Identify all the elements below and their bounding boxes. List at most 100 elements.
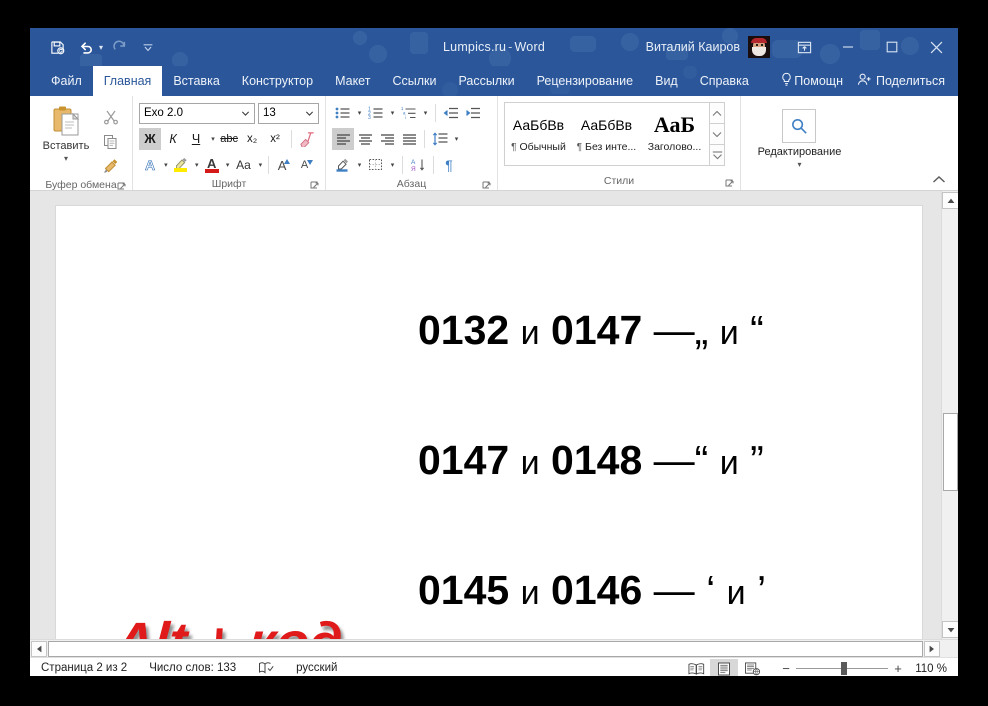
tab-vstavka[interactable]: Вставка [162,66,230,96]
cut-icon[interactable] [99,106,123,128]
zoom-slider-handle[interactable] [841,662,847,675]
styles-dialog-launcher-icon[interactable] [725,179,735,189]
font-color-dropdown-caret[interactable]: ▾ [224,161,232,169]
zoom-control[interactable]: − + 110 % [776,659,956,676]
style-card-normal[interactable]: АаБбВв ¶ Обычный [505,103,573,165]
quick-access-toolbar[interactable]: ▾ [44,28,161,66]
horizontal-scrollbar[interactable] [30,639,958,658]
undo-dropdown-caret[interactable]: ▾ [99,43,103,52]
tab-fajl[interactable]: Файл [40,66,93,96]
shading-icon[interactable] [332,154,354,176]
tab-konstruktor[interactable]: Конструктор [231,66,324,96]
styles-scroll-down-icon[interactable] [710,124,724,145]
align-center-icon[interactable] [354,128,376,150]
tab-glavnaya[interactable]: Главная [92,66,163,96]
tell-me-button[interactable]: Помощн [773,66,850,96]
line-spacing-dropdown-caret[interactable]: ▾ [451,135,462,143]
format-painter-icon[interactable] [99,156,123,178]
sort-icon[interactable]: A Я [407,154,429,176]
avatar[interactable] [748,36,770,58]
style-card-heading[interactable]: АаБ Заголово... [641,103,709,165]
ribbon-display-options-icon[interactable] [782,28,826,66]
font-name-chevron-down-icon[interactable] [237,109,254,118]
tab-spravka[interactable]: Справка [689,66,760,96]
borders-icon[interactable] [365,154,387,176]
paragraph-dialog-launcher-icon[interactable] [482,181,492,191]
tab-ssylki[interactable]: Ссылки [381,66,447,96]
subscript-button[interactable]: x₂ [241,128,263,150]
styles-more-icon[interactable] [710,145,724,165]
styles-gallery-scrollbar[interactable] [709,103,724,165]
account-name[interactable]: Виталий Каиров [646,40,740,54]
font-dialog-launcher-icon[interactable] [310,181,320,191]
tab-vid[interactable]: Вид [644,66,689,96]
highlight-dropdown-caret[interactable]: ▾ [193,161,201,169]
maximize-icon[interactable] [870,28,914,66]
minimize-icon[interactable] [826,28,870,66]
styles-gallery[interactable]: АаБбВв ¶ Обычный АаБбВв ¶ Без инте... Аа… [504,102,725,166]
multilevel-list-icon[interactable]: 1ai [398,102,420,124]
vertical-scrollbar[interactable] [941,191,958,639]
customize-qat-icon[interactable] [135,34,161,60]
bullets-dropdown-caret[interactable]: ▾ [354,109,365,117]
collapse-ribbon-icon[interactable] [930,172,948,186]
decrease-indent-icon[interactable] [440,102,462,124]
copy-icon[interactable] [99,131,123,153]
show-formatting-marks-button[interactable]: ¶ [438,154,460,176]
vertical-scroll-thumb[interactable] [943,413,958,491]
paste-button[interactable]: Вставить ▾ [36,101,96,178]
text-effects-icon[interactable]: A [139,154,161,176]
zoom-out-button[interactable]: − [776,661,796,676]
scroll-up-button[interactable] [942,192,958,209]
change-case-button[interactable]: Aa [231,154,255,176]
styles-scroll-up-icon[interactable] [710,103,724,124]
highlight-icon[interactable] [170,154,192,176]
text-effects-dropdown-caret[interactable]: ▾ [162,161,170,169]
increase-indent-icon[interactable] [462,102,484,124]
editing-dropdown-caret[interactable]: ▾ [797,161,801,169]
horizontal-scroll-thumb[interactable] [48,640,923,657]
line-spacing-icon[interactable] [429,128,451,150]
tab-recenzirovanie[interactable]: Рецензирование [526,66,645,96]
align-justify-icon[interactable] [398,128,420,150]
strikethrough-button[interactable]: abc [218,128,240,150]
document-page[interactable]: 0132 и 0147 —„ и “ 0147 и 0148 —“ и ” 01… [55,205,923,639]
italic-button[interactable]: К [162,128,184,150]
tab-rassylki[interactable]: Рассылки [447,66,525,96]
multilevel-dropdown-caret[interactable]: ▾ [420,109,431,117]
share-button[interactable]: Поделиться [850,66,952,96]
font-size-chevron-down-icon[interactable] [301,109,318,118]
numbering-dropdown-caret[interactable]: ▾ [387,109,398,117]
underline-dropdown-caret[interactable]: ▾ [208,135,218,143]
bold-button[interactable]: Ж [139,128,161,150]
undo-icon[interactable] [73,34,99,60]
editing-button[interactable]: Редактирование ▾ [758,101,841,174]
save-icon[interactable] [44,34,70,60]
document-canvas[interactable]: 0132 и 0147 —„ и “ 0147 и 0148 —“ и ” 01… [30,191,958,639]
status-language[interactable]: русский [285,662,348,674]
print-layout-icon[interactable] [710,659,738,676]
style-card-no-spacing[interactable]: АаБбВв ¶ Без инте... [573,103,641,165]
horizontal-scroll-track[interactable] [48,640,923,657]
zoom-level-label[interactable]: 110 % [908,663,956,675]
grow-font-button[interactable]: A [273,154,295,176]
font-size-combo[interactable]: 13 [258,102,319,124]
zoom-in-button[interactable]: + [888,661,908,676]
status-word-count[interactable]: Число слов: 133 [138,662,247,674]
web-layout-icon[interactable] [738,659,766,676]
zoom-slider[interactable] [796,659,888,676]
change-case-dropdown-caret[interactable]: ▾ [256,161,264,169]
proofing-errors-icon[interactable] [247,661,285,675]
read-mode-icon[interactable] [682,659,710,676]
clear-formatting-icon[interactable] [296,128,318,150]
shrink-font-button[interactable]: A [296,154,318,176]
underline-button[interactable]: Ч [185,128,207,150]
close-icon[interactable] [914,28,958,66]
scroll-down-button[interactable] [942,621,958,638]
font-name-combo[interactable]: Exo 2.0 [139,102,255,124]
paste-dropdown-caret[interactable]: ▾ [64,155,68,163]
tab-maket[interactable]: Макет [324,66,381,96]
shading-dropdown-caret[interactable]: ▾ [354,161,365,169]
find-search-icon[interactable] [782,109,817,143]
font-color-icon[interactable]: A [201,154,223,176]
